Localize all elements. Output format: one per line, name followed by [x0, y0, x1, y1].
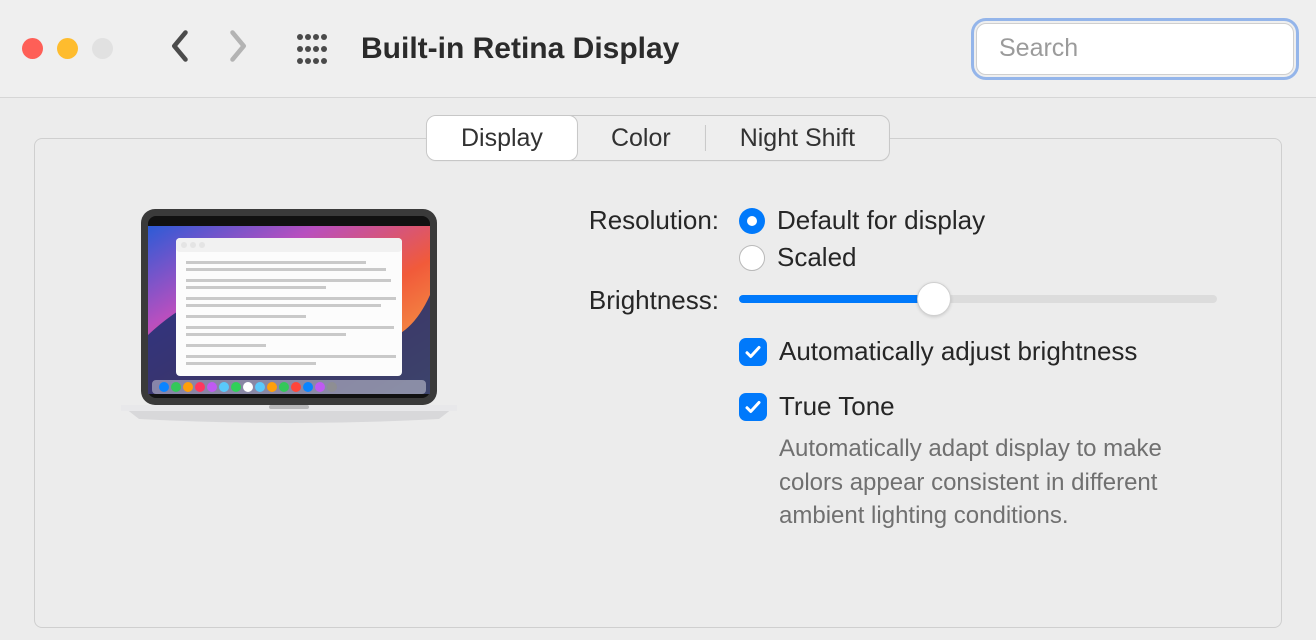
tab-label: Color: [611, 124, 671, 153]
traffic-lights: [22, 38, 113, 59]
show-all-icon[interactable]: [295, 32, 329, 66]
checkbox-label: True Tone: [779, 391, 895, 422]
close-window-button[interactable]: [22, 38, 43, 59]
tab-night-shift[interactable]: Night Shift: [706, 116, 889, 160]
resolution-option-default[interactable]: Default for display: [739, 205, 1217, 236]
display-preview-image: [99, 205, 479, 545]
tab-label: Display: [461, 124, 543, 153]
radio-selected-icon: [739, 208, 765, 234]
true-tone-checkbox[interactable]: True Tone: [739, 391, 1217, 422]
checkbox-checked-icon: [739, 338, 767, 366]
tab-bar: Display Color Night Shift: [426, 115, 890, 161]
radio-label: Default for display: [777, 205, 985, 236]
window-toolbar: Built-in Retina Display: [0, 0, 1316, 98]
minimize-window-button[interactable]: [57, 38, 78, 59]
tab-display[interactable]: Display: [426, 115, 578, 161]
auto-brightness-checkbox[interactable]: Automatically adjust brightness: [739, 336, 1217, 367]
resolution-option-scaled[interactable]: Scaled: [739, 242, 1217, 273]
radio-unselected-icon: [739, 245, 765, 271]
back-button[interactable]: [169, 28, 193, 69]
settings-form: Resolution: Default for display Scaled: [479, 201, 1217, 545]
tab-label: Night Shift: [740, 124, 855, 153]
auto-brightness-row: Automatically adjust brightness: [479, 336, 1217, 367]
search-field-container[interactable]: [976, 23, 1294, 75]
window-title: Built-in Retina Display: [361, 32, 679, 66]
tab-color[interactable]: Color: [577, 116, 705, 160]
search-input[interactable]: [999, 34, 1316, 63]
checkbox-label: Automatically adjust brightness: [779, 336, 1137, 367]
true-tone-description: Automatically adapt display to make colo…: [779, 432, 1217, 533]
brightness-label: Brightness:: [479, 285, 739, 316]
forward-button[interactable]: [225, 28, 249, 69]
radio-label: Scaled: [777, 242, 857, 273]
resolution-label: Resolution:: [479, 205, 739, 236]
fullscreen-window-button[interactable]: [92, 38, 113, 59]
brightness-slider[interactable]: [739, 295, 1217, 303]
resolution-row: Resolution: Default for display Scaled: [479, 205, 1217, 273]
settings-panel: Display Color Night Shift: [34, 138, 1282, 628]
checkbox-checked-icon: [739, 393, 767, 421]
true-tone-row: True Tone Automatically adapt display to…: [479, 391, 1217, 533]
brightness-row: Brightness:: [479, 285, 1217, 316]
content-area: Display Color Night Shift: [0, 98, 1316, 628]
nav-arrows: [169, 28, 249, 69]
